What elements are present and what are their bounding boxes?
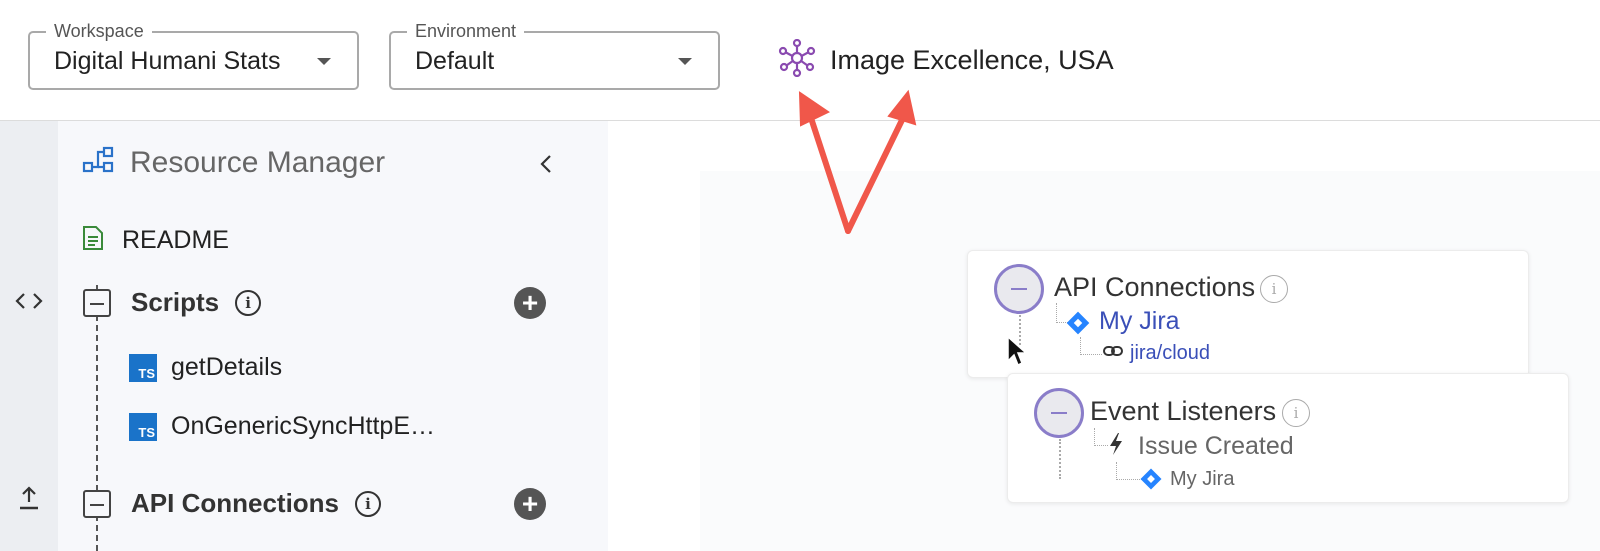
info-icon[interactable]: i	[355, 490, 382, 517]
info-icon[interactable]: i	[235, 289, 262, 316]
script-name: getDetails	[171, 353, 283, 381]
upload-icon[interactable]	[12, 484, 46, 514]
event-connection-name[interactable]: My Jira	[1170, 468, 1234, 491]
network-icon	[778, 38, 816, 82]
api-connections-section[interactable]: API Connections i	[83, 488, 382, 519]
environment-legend: Environment	[407, 21, 525, 42]
connection-link[interactable]: jira/cloud	[1130, 342, 1210, 365]
scripts-section[interactable]: Scripts i	[83, 287, 262, 318]
collapse-node-button[interactable]	[1034, 388, 1084, 438]
typescript-icon: TS	[129, 353, 157, 382]
resource-manager-icon	[82, 145, 114, 180]
scripts-title: Scripts	[131, 287, 220, 317]
left-rail	[0, 121, 58, 551]
collapse-node-button[interactable]	[994, 264, 1044, 314]
script-item[interactable]: TS getDetails	[129, 353, 282, 382]
mouse-cursor-icon	[1006, 335, 1028, 372]
script-item[interactable]: TS OnGenericSyncHttpE…	[129, 412, 435, 441]
organization-name: Image Excellence, USA	[830, 44, 1114, 75]
api-connections-card[interactable]: API Connections i My Jira jira/cloud	[967, 250, 1529, 378]
readme-item[interactable]: README	[82, 225, 229, 256]
add-api-connection-button[interactable]: +	[514, 488, 546, 520]
chevron-down-icon	[678, 58, 692, 65]
jira-icon	[1138, 466, 1164, 497]
event-name[interactable]: Issue Created	[1138, 432, 1294, 461]
top-bar: Workspace Digital Humani Stats Environme…	[0, 0, 1600, 121]
connector-line	[1080, 337, 1102, 355]
collapse-icon[interactable]	[83, 288, 111, 317]
document-icon	[82, 225, 104, 256]
workspace-value: Digital Humani Stats	[54, 47, 281, 75]
organization[interactable]: Image Excellence, USA	[778, 38, 1114, 82]
lightning-icon	[1108, 432, 1124, 461]
resource-manager-panel: Resource Manager README Scripts i + TS g…	[58, 121, 608, 551]
event-listeners-card[interactable]: Event Listeners i Issue Created My Jira	[1007, 373, 1569, 503]
connector-line	[1094, 428, 1108, 446]
collapse-panel-button[interactable]	[534, 151, 558, 177]
readme-label: README	[122, 226, 229, 254]
environment-select[interactable]: Environment Default	[389, 21, 720, 90]
info-icon[interactable]: i	[1260, 275, 1288, 303]
typescript-icon: TS	[129, 412, 157, 441]
card-title: API Connections	[1054, 272, 1256, 302]
connector-line	[1059, 439, 1061, 479]
workspace-select[interactable]: Workspace Digital Humani Stats	[28, 21, 359, 90]
environment-value: Default	[415, 47, 495, 75]
connection-name[interactable]: My Jira	[1099, 307, 1180, 336]
code-icon[interactable]	[12, 286, 46, 316]
api-connections-title: API Connections	[131, 488, 340, 518]
script-name: OnGenericSyncHttpE…	[171, 412, 435, 440]
collapse-icon[interactable]	[83, 489, 111, 518]
workspace-legend: Workspace	[46, 21, 152, 42]
add-script-button[interactable]: +	[514, 287, 546, 319]
panel-header: Resource Manager	[82, 145, 385, 180]
chevron-down-icon	[317, 58, 331, 65]
card-title: Event Listeners	[1090, 396, 1277, 426]
graph-canvas[interactable]: API Connections i My Jira jira/cloud Eve…	[608, 121, 1600, 551]
panel-title: Resource Manager	[130, 145, 386, 179]
info-icon[interactable]: i	[1282, 399, 1310, 427]
link-icon	[1102, 343, 1124, 364]
